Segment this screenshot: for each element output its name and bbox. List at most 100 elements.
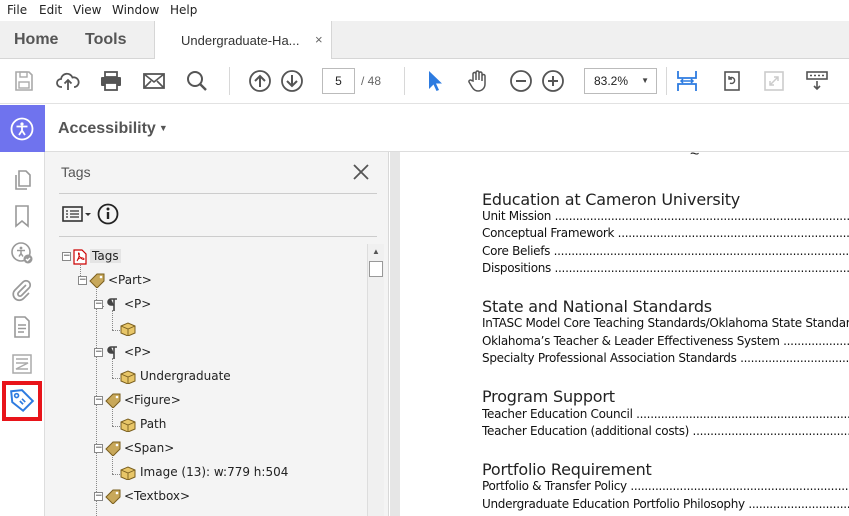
tree-connector (112, 330, 120, 331)
section-title: Education at Cameron University (482, 190, 741, 209)
toolbar: 5 / 48 83.2% ▼ (0, 59, 849, 104)
tree-connector (112, 358, 113, 378)
toc-line[interactable]: Conceptual Framework ...................… (482, 226, 849, 240)
tree-scrollbar[interactable]: ▲ (367, 244, 384, 516)
collapse-icon[interactable]: − (94, 396, 103, 405)
tab-tools[interactable]: Tools (85, 31, 126, 49)
tree-connector (112, 406, 113, 426)
collapse-icon[interactable]: − (62, 252, 71, 261)
attachment-icon[interactable] (10, 278, 34, 302)
pdf-icon (73, 249, 87, 265)
menu-file[interactable]: File (7, 3, 27, 17)
content-box-icon (120, 466, 136, 480)
rotate-icon[interactable] (720, 69, 744, 93)
section-title: Program Support (482, 387, 615, 406)
tag-icon (89, 273, 105, 288)
tags-panel-title: Tags (61, 164, 91, 180)
toc-line[interactable]: Teacher Education (additional costs) ...… (482, 424, 849, 438)
toc-line[interactable]: Oklahoma’s Teacher & Leader Effectivenes… (482, 334, 849, 348)
panel-divider (59, 193, 377, 194)
zoom-in-icon[interactable] (541, 69, 565, 93)
toc-line[interactable]: Unit Mission ...........................… (482, 209, 849, 223)
toc-line[interactable]: Core Beliefs ...........................… (482, 244, 849, 258)
tab-home[interactable]: Home (14, 31, 58, 49)
toc-line-text: Undergraduate Education Portfolio Philos… (482, 497, 745, 511)
zoom-out-icon[interactable] (509, 69, 533, 93)
menu-edit[interactable]: Edit (39, 3, 62, 17)
toc-line[interactable]: InTASC Model Core Teaching Standards/Okl… (482, 316, 849, 330)
print-icon[interactable] (99, 69, 123, 93)
full-screen-icon[interactable] (762, 69, 786, 93)
collapse-icon[interactable]: − (78, 276, 87, 285)
content-box-icon (120, 370, 136, 384)
tag-icon (105, 393, 121, 408)
page-total: / 48 (361, 74, 382, 88)
toc-line[interactable]: Specialty Professional Association Stand… (482, 351, 849, 365)
upload-icon[interactable] (56, 69, 80, 93)
search-icon[interactable] (185, 69, 209, 93)
pages-icon[interactable] (10, 168, 34, 192)
toc-line-text: Specialty Professional Association Stand… (482, 351, 737, 365)
tree-node-label: <Span> (124, 441, 175, 455)
fit-width-icon[interactable] (675, 69, 699, 93)
next-page-icon[interactable] (280, 69, 304, 93)
panel-divider (59, 236, 377, 237)
toc-line-text: Teacher Education Council (482, 407, 633, 421)
tree-connector (112, 454, 113, 474)
tab-bar: Home Tools Undergraduate-Ha... × (0, 21, 849, 59)
email-icon[interactable] (142, 69, 166, 93)
menu-help[interactable]: Help (170, 3, 197, 17)
toc-line[interactable]: Portfolio & Transfer Policy ............… (482, 479, 849, 493)
accessibility-check-icon[interactable] (10, 241, 34, 265)
tree-node-label: <Figure> (124, 393, 181, 407)
menu-window[interactable]: Window (112, 3, 159, 17)
bookmark-icon[interactable] (10, 204, 34, 228)
tags-panel-button[interactable] (2, 381, 42, 421)
scrollbar-thumb[interactable] (369, 261, 383, 277)
toc-line[interactable]: Dispositions ...........................… (482, 261, 849, 275)
tag-icon (105, 489, 121, 504)
dot-leader: ........................................… (783, 334, 849, 348)
toc-line[interactable]: Teacher Education Council ..............… (482, 407, 849, 421)
dot-leader: ........................................… (617, 226, 849, 240)
read-mode-icon[interactable] (805, 69, 829, 93)
scroll-up-icon[interactable]: ▲ (372, 247, 380, 256)
hand-tool-icon[interactable] (466, 69, 490, 93)
section-title: State and National Standards (482, 297, 712, 316)
zoom-value: 83.2% (594, 74, 629, 88)
dot-leader: ........................................… (630, 479, 849, 493)
toc-line[interactable]: Undergraduate Education Portfolio Philos… (482, 497, 849, 511)
select-cursor-icon[interactable] (423, 69, 447, 93)
collapse-icon[interactable]: − (94, 348, 103, 357)
content-order-icon[interactable] (10, 352, 34, 376)
accessibility-bar: Accessibility ▼ (0, 105, 849, 152)
page-number-input[interactable]: 5 (322, 68, 355, 94)
page-heading-fragment: ~ (690, 146, 700, 163)
collapse-icon[interactable]: − (94, 300, 103, 309)
toc-line-text: Core Beliefs (482, 244, 551, 258)
accessibility-label[interactable]: Accessibility ▼ (58, 120, 168, 138)
close-icon[interactable] (352, 163, 370, 181)
tree-node-label: Image (13): w:779 h:504 (140, 465, 289, 479)
menu-bar: File Edit View Window Help (0, 0, 849, 21)
zoom-select[interactable]: 83.2% ▼ (584, 68, 657, 94)
accessibility-tool-button[interactable] (0, 105, 45, 152)
dot-leader: ........................................… (553, 244, 849, 258)
close-tab-icon[interactable]: × (315, 32, 323, 47)
tree-connector (112, 474, 120, 475)
menu-view[interactable]: View (73, 3, 101, 17)
toc-line-text: InTASC Model Core Teaching Standards/Okl… (482, 316, 849, 330)
document-icon[interactable] (10, 315, 34, 339)
tree-node-label: Path (140, 417, 167, 431)
content-box-icon (120, 418, 136, 432)
save-icon[interactable] (12, 69, 36, 93)
options-menu-icon[interactable] (62, 204, 94, 224)
info-icon[interactable] (97, 203, 119, 225)
document-viewport[interactable]: ~ Education at Cameron University Unit M… (390, 146, 849, 516)
collapse-icon[interactable]: − (94, 444, 103, 453)
collapse-icon[interactable]: − (94, 492, 103, 501)
prev-page-icon[interactable] (248, 69, 272, 93)
tree-node-label: <P> (124, 297, 152, 311)
toolbar-divider (666, 67, 667, 95)
document-tab[interactable]: Undergraduate-Ha... × (154, 21, 332, 59)
